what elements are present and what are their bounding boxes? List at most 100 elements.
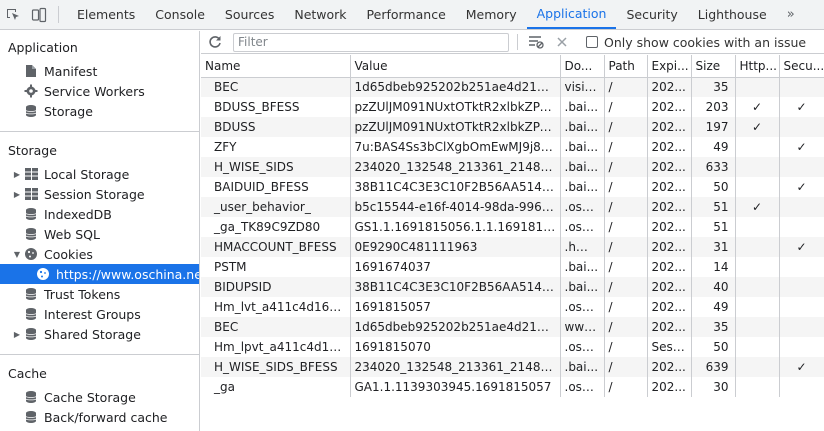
- cell-domain: .bai...: [560, 117, 605, 137]
- sidebar-item-label: Manifest: [44, 63, 98, 79]
- tab-console[interactable]: Console: [145, 0, 215, 29]
- cell-secure: [779, 217, 824, 237]
- sidebar-item-storage[interactable]: Storage: [0, 101, 199, 121]
- cell-httponly: [735, 177, 780, 197]
- column-header-value[interactable]: Value: [350, 55, 561, 78]
- tab-network[interactable]: Network: [284, 0, 356, 29]
- tab-security[interactable]: Security: [616, 0, 687, 29]
- cell-domain: .osc...: [560, 217, 605, 237]
- table-row[interactable]: BDUSS pzZUlJM091NUxtOTktR2xlbkZPeDRi... .b…: [201, 117, 824, 137]
- sidebar-item-cookies[interactable]: ▼ Cookies: [0, 244, 199, 264]
- column-header-secure[interactable]: Secu...: [779, 55, 824, 78]
- cell-domain: .bai...: [560, 277, 605, 297]
- cell-domain: .bai...: [560, 97, 605, 117]
- table-row[interactable]: BAIDUID_BFESS38B11C4C3E3C10F2B56AA5142FB…: [201, 177, 824, 197]
- cell-path: /: [604, 157, 648, 177]
- cell-path: /: [604, 377, 648, 397]
- sidebar-item-cache-storage[interactable]: Cache Storage: [0, 387, 199, 407]
- database-icon: [24, 327, 38, 341]
- table-row[interactable]: ZFY 7u:BAS4Ss3bClXgbOmEwMJ9j8F77L... .bai.…: [201, 137, 824, 157]
- cell-size: 49: [691, 297, 736, 317]
- cell-value: pzZUlJM091NUxtOTktR2xlbkZPeDRi...: [350, 97, 561, 117]
- sidebar-item-shared-storage[interactable]: ▶ Shared Storage: [0, 324, 199, 344]
- sidebar-item-label: Service Workers: [44, 83, 145, 99]
- cell-httponly: [735, 137, 780, 157]
- table-row[interactable]: BIDUPSID38B11C4C3E3C10F2B56AA5142FB9....…: [201, 277, 824, 297]
- cell-value: 1691815057: [350, 297, 561, 317]
- refresh-icon[interactable]: [201, 35, 229, 49]
- collapse-arrow-icon[interactable]: ▼: [12, 250, 22, 259]
- tab-application[interactable]: Application: [526, 0, 617, 29]
- cell-expires: 202...: [647, 177, 692, 197]
- cell-secure: ✓: [779, 97, 824, 117]
- sidebar-item-trust-tokens[interactable]: Trust Tokens: [0, 284, 199, 304]
- sidebar-item-manifest[interactable]: Manifest: [0, 61, 199, 81]
- sidebar-item-service-workers[interactable]: Service Workers: [0, 81, 199, 101]
- tab-lighthouse[interactable]: Lighthouse: [688, 0, 777, 29]
- delete-selected-icon[interactable]: [552, 36, 572, 48]
- only-issue-label: Only show cookies with an issue: [604, 34, 807, 50]
- tab-sources[interactable]: Sources: [215, 0, 284, 29]
- table-row[interactable]: BEC1d65dbeb925202b251ae4d21a70a5...visit…: [201, 77, 824, 97]
- tab-memory[interactable]: Memory: [456, 0, 527, 29]
- cell-size: 639: [691, 357, 736, 377]
- inspect-element-icon[interactable]: [0, 0, 26, 29]
- grid-icon: [24, 167, 38, 181]
- section-title-application: Application: [8, 39, 78, 55]
- database-icon: [24, 227, 38, 241]
- tab-performance[interactable]: Performance: [357, 0, 456, 29]
- expand-arrow-icon[interactable]: ▶: [12, 330, 22, 339]
- sidebar-item-cookie-origin[interactable]: https://www.oschina.net: [0, 264, 199, 284]
- sidebar-item-web-sql[interactable]: Web SQL: [0, 224, 199, 244]
- sidebar-item-back-forward-cache[interactable]: Back/forward cache: [0, 407, 199, 427]
- cell-name: BDUSS_BFESS: [201, 97, 351, 117]
- more-tabs-button[interactable]: »: [777, 0, 805, 29]
- cell-size: 197: [691, 117, 736, 137]
- cell-secure: [779, 257, 824, 277]
- column-header-name[interactable]: Name: [201, 55, 351, 78]
- application-sidebar: Application Manifest Service Workers Sto…: [0, 31, 200, 431]
- clear-filtered-cookies-icon[interactable]: [526, 35, 546, 49]
- sidebar-item-label: https://www.oschina.net: [56, 266, 200, 282]
- table-row[interactable]: Hm_lvt_a411c4d1664d... 1691815057 .osc... /…: [201, 297, 824, 317]
- table-row[interactable]: _user_behavior_ b5c15544-e16f-4014-98da-9…: [201, 197, 824, 217]
- expand-arrow-icon[interactable]: ▶: [12, 170, 22, 179]
- cookie-icon: [36, 267, 50, 281]
- column-header-expires[interactable]: Expi...: [647, 55, 692, 78]
- cell-path: /: [604, 237, 648, 257]
- column-header-size[interactable]: Size: [691, 55, 736, 78]
- cell-secure: [779, 197, 824, 217]
- column-header-domain[interactable]: Do...: [560, 55, 605, 78]
- sidebar-item-label: Cookies: [44, 246, 93, 262]
- sidebar-item-session-storage[interactable]: ▶ Session Storage: [0, 184, 199, 204]
- table-row[interactable]: Hm_lpvt_a411c4d1664... 1691815070 .osc... /…: [201, 337, 824, 357]
- table-row[interactable]: H_WISE_SIDS_BFESS 234020_132548_213361_21…: [201, 357, 824, 377]
- cell-expires: 202...: [647, 197, 692, 217]
- table-row[interactable]: BEC1d65dbeb925202b251ae4d21a70a5...www..…: [201, 317, 824, 337]
- only-issue-checkbox[interactable]: [586, 36, 598, 48]
- table-row[interactable]: PSTM 1691674037 .bai.../202... 14: [201, 257, 824, 277]
- column-header-httponly[interactable]: Http...: [735, 55, 780, 78]
- tab-elements[interactable]: Elements: [67, 0, 145, 29]
- sidebar-item-interest-groups[interactable]: Interest Groups: [0, 304, 199, 324]
- cell-secure: [779, 77, 824, 97]
- sidebar-item-local-storage[interactable]: ▶ Local Storage: [0, 164, 199, 184]
- device-toolbar-icon[interactable]: [26, 0, 52, 29]
- table-row[interactable]: HMACCOUNT_BFESS 0E9290C481111963 .hm..../2…: [201, 237, 824, 257]
- cell-name: H_WISE_SIDS_BFESS: [201, 357, 351, 377]
- cell-size: 31: [691, 237, 736, 257]
- filter-input[interactable]: [233, 32, 509, 52]
- cell-name: _user_behavior_: [201, 197, 351, 217]
- cell-domain: .osc...: [560, 377, 605, 397]
- cell-path: /: [604, 77, 648, 97]
- table-row[interactable]: _ga GA1.1.1139303945.1691815057 .osc.../20…: [201, 377, 824, 397]
- column-header-path[interactable]: Path: [604, 55, 648, 78]
- cookies-table-body: BEC1d65dbeb925202b251ae4d21a70a5...visit…: [201, 77, 824, 397]
- table-row[interactable]: H_WISE_SIDS234020_132548_213361_214800_1…: [201, 157, 824, 177]
- cell-value: 1691815070: [350, 337, 561, 357]
- cell-domain: .osc...: [560, 337, 605, 357]
- table-row[interactable]: BDUSS_BFESS pzZUlJM091NUxtOTktR2xlbkZPeDR…: [201, 97, 824, 117]
- table-row[interactable]: _ga_TK89C9ZD80 GS1.1.1691815056.1.1.16918…: [201, 217, 824, 237]
- expand-arrow-icon[interactable]: ▶: [12, 190, 22, 199]
- sidebar-item-indexeddb[interactable]: IndexedDB: [0, 204, 199, 224]
